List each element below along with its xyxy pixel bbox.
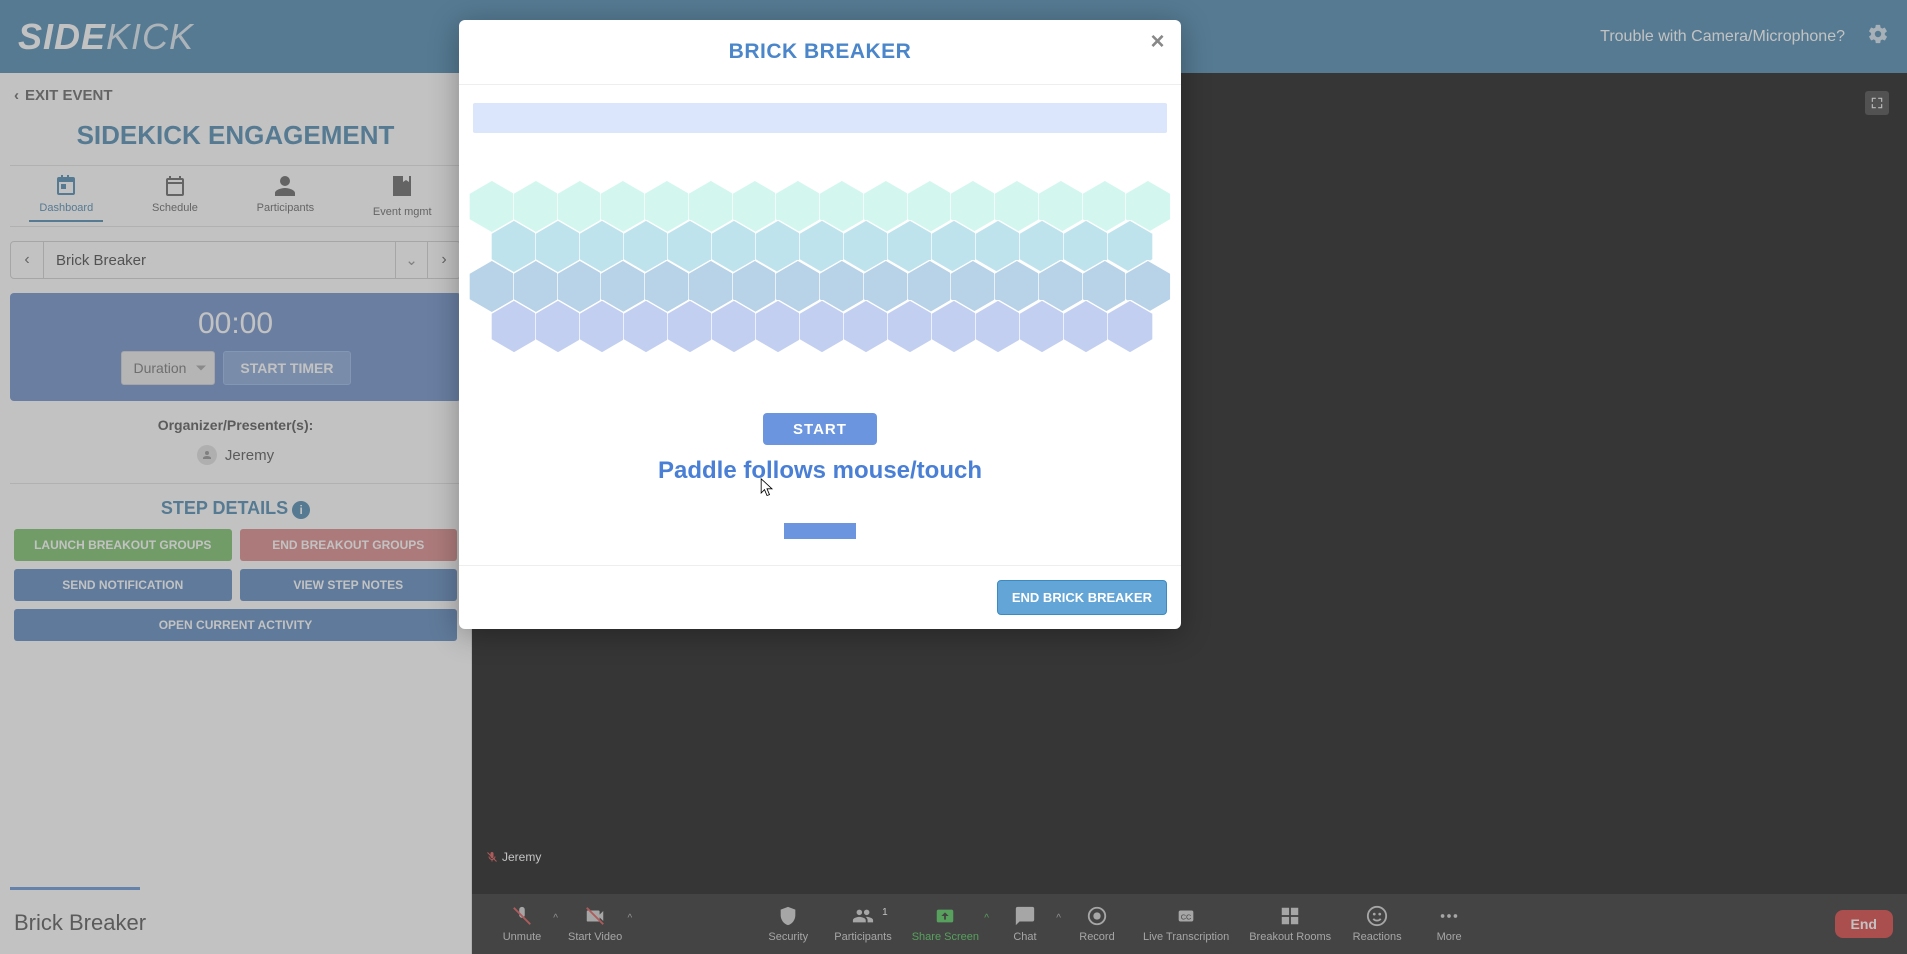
brick — [1107, 300, 1153, 353]
modal-title-text: BRICK BREAKER — [729, 40, 912, 63]
brick — [535, 300, 581, 353]
game-hint: Paddle follows mouse/touch — [658, 457, 982, 485]
game-hud — [473, 103, 1167, 133]
close-icon[interactable]: × — [1150, 28, 1165, 56]
game-area[interactable]: START Paddle follows mouse/touch — [459, 85, 1181, 565]
brick — [799, 300, 845, 353]
start-game-button[interactable]: START — [763, 413, 877, 445]
modal-title: BRICK BREAKER × — [459, 20, 1181, 85]
brick — [843, 300, 889, 353]
brick — [667, 300, 713, 353]
brick-breaker-modal: BRICK BREAKER × START Paddle follows mou… — [459, 20, 1181, 629]
brick — [887, 300, 933, 353]
brick — [755, 300, 801, 353]
brick — [623, 300, 669, 353]
paddle — [784, 523, 856, 539]
cursor-icon — [760, 478, 774, 498]
brick — [1019, 300, 1065, 353]
brick — [975, 300, 1021, 353]
brick — [579, 300, 625, 353]
brick — [1063, 300, 1109, 353]
brick — [711, 300, 757, 353]
brick-field — [470, 193, 1170, 353]
brick — [931, 300, 977, 353]
modal-footer: END BRICK BREAKER — [459, 565, 1181, 629]
brick — [491, 300, 537, 353]
end-brick-breaker-button[interactable]: END BRICK BREAKER — [997, 580, 1167, 615]
